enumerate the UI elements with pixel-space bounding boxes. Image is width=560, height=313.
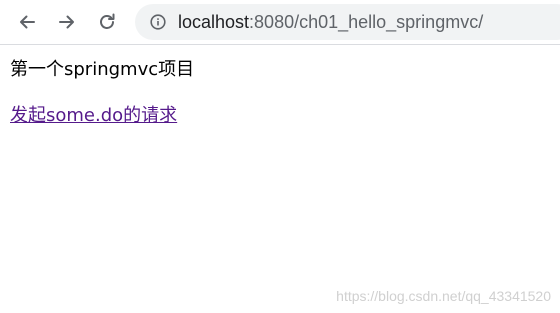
back-arrow-icon [20,15,35,29]
reload-icon [100,13,115,29]
url-text[interactable]: localhost:8080/ch01_hello_springmvc/ [178,12,483,32]
forward-button[interactable] [53,8,81,36]
forward-arrow-icon [59,15,74,29]
some-do-request-link[interactable]: 发起some.do的请求 [10,104,177,128]
browser-toolbar: localhost:8080/ch01_hello_springmvc/ [0,0,560,45]
info-icon[interactable] [150,14,166,30]
back-button[interactable] [13,8,41,36]
page-content: 第一个springmvc项目 [10,58,194,82]
page-heading: 第一个springmvc项目 [10,59,195,80]
url-path: :8080/ch01_hello_springmvc/ [249,12,484,32]
address-bar[interactable]: localhost:8080/ch01_hello_springmvc/ [135,4,560,40]
reload-button[interactable] [93,8,121,36]
url-host: localhost [178,12,250,32]
watermark: https://blog.csdn.net/qq_43341520 [336,288,551,304]
